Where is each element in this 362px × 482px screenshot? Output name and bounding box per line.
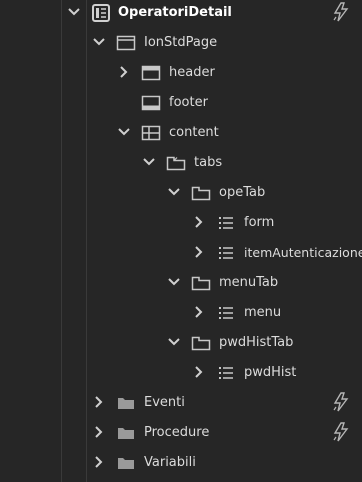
lightning-icon[interactable]: [332, 2, 350, 22]
tab-icon: [191, 186, 211, 201]
chevron-down-icon[interactable]: [166, 274, 182, 290]
footer-icon: [141, 95, 161, 111]
tree-row-menu[interactable]: menu: [0, 298, 362, 328]
chevron-down-icon[interactable]: [91, 34, 107, 50]
tree-row-variabili[interactable]: Variabili: [0, 448, 362, 478]
folder-icon: [118, 428, 134, 439]
tree-label-eventi: Eventi: [144, 395, 185, 410]
tree-label-operatori-detail: OperatoriDetail: [118, 5, 232, 20]
window-icon: [116, 35, 136, 51]
tree-row-ope-tab[interactable]: opeTab: [0, 178, 362, 208]
tree-row-procedure[interactable]: Procedure: [0, 418, 362, 448]
lightning-icon[interactable]: [332, 422, 350, 442]
chevron-down-icon[interactable]: [166, 334, 182, 350]
list-icon: [219, 367, 233, 379]
chevron-down-icon[interactable]: [141, 154, 157, 170]
chevron-right-icon[interactable]: [116, 64, 132, 80]
chevron-right-icon[interactable]: [91, 394, 107, 410]
lightning-icon[interactable]: [332, 392, 350, 412]
tab-icon: [191, 276, 211, 291]
tree-label-header: header: [169, 65, 215, 80]
chevron-right-icon[interactable]: [91, 424, 107, 440]
layout-grid-icon: [141, 125, 161, 141]
tree-row-tabs[interactable]: tabs: [0, 148, 362, 178]
tree-row-pwd-hist[interactable]: pwdHist: [0, 358, 362, 388]
tree-label-menu-tab: menuTab: [219, 275, 279, 290]
chevron-down-icon[interactable]: [166, 184, 182, 200]
chevron-right-icon[interactable]: [191, 214, 207, 230]
tree-row-content[interactable]: content: [0, 118, 362, 148]
chevron-right-icon[interactable]: [191, 364, 207, 380]
tree-label-pwd-hist: pwdHist: [244, 365, 297, 380]
chevron-right-icon[interactable]: [191, 244, 207, 260]
page-icon: [92, 4, 110, 22]
chevron-right-icon[interactable]: [91, 454, 107, 470]
tree-label-tabs: tabs: [194, 155, 223, 170]
tree-row-footer[interactable]: footer: [0, 88, 362, 118]
tree-label-menu: menu: [244, 305, 282, 320]
tree-row-form[interactable]: form: [0, 208, 362, 238]
tree-row-pwd-hist-tab[interactable]: pwdHistTab: [0, 328, 362, 358]
tree-row-ion-std-page[interactable]: IonStdPage: [0, 28, 362, 58]
tree-label-procedure: Procedure: [144, 425, 210, 440]
header-icon: [141, 65, 161, 81]
list-icon: [219, 307, 233, 319]
list-icon: [219, 217, 233, 229]
chevron-down-icon[interactable]: [116, 124, 132, 140]
tree-label-form: form: [244, 215, 275, 230]
component-tree: OperatoriDetail IonStdPage header footer…: [0, 0, 362, 482]
tree-label-variabili: Variabili: [144, 455, 196, 470]
tree-label-ope-tab: opeTab: [219, 185, 266, 200]
tree-row-header[interactable]: header: [0, 58, 362, 88]
tree-row-eventi[interactable]: Eventi: [0, 388, 362, 418]
tree-label-pwd-hist-tab: pwdHistTab: [219, 335, 294, 350]
folder-icon: [118, 398, 134, 409]
tree-label-ion-std-page: IonStdPage: [144, 35, 218, 50]
chevron-right-icon[interactable]: [191, 304, 207, 320]
tree-row-item-autenticazione[interactable]: itemAutenticazione: [0, 238, 362, 268]
tab-icon: [191, 336, 211, 351]
list-icon: [219, 247, 233, 259]
tree-label-content: content: [169, 125, 219, 140]
tabs-icon: [166, 156, 186, 171]
folder-icon: [118, 458, 134, 469]
chevron-down-icon[interactable]: [66, 4, 82, 20]
tree-row-operatori-detail[interactable]: OperatoriDetail: [0, 0, 362, 28]
tree-row-menu-tab[interactable]: menuTab: [0, 268, 362, 298]
tree-label-item-autenticazione: itemAutenticazione: [244, 245, 362, 260]
tree-label-footer: footer: [169, 95, 208, 110]
